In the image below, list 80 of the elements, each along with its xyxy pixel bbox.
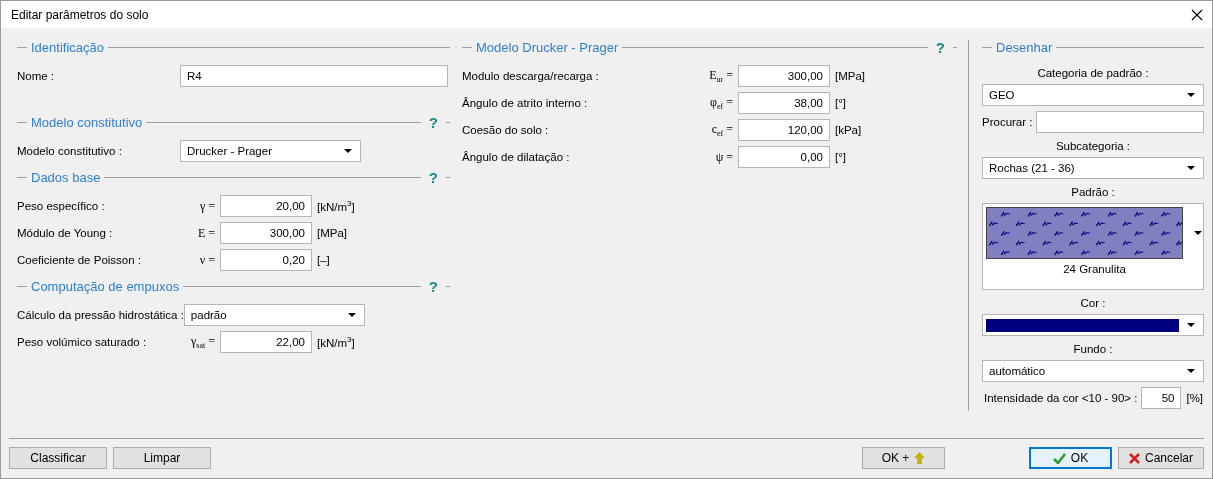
- unit-label: [%]: [1186, 392, 1204, 404]
- arrow-up-icon: [914, 452, 926, 464]
- field-label: Procurar :: [982, 116, 1033, 128]
- dropdown[interactable]: Rochas (21 - 36): [982, 157, 1204, 179]
- number-field[interactable]: 0,20: [220, 249, 312, 271]
- field-label: Nome :: [17, 70, 56, 82]
- section-title: Desenhar: [996, 39, 1053, 55]
- field-label: Modelo constitutivo :: [17, 145, 123, 157]
- dropdown[interactable]: padrão: [183, 304, 365, 326]
- field-label: Padrão :: [1070, 185, 1116, 198]
- symbol-label: φ$_{ef}$ =: [709, 94, 733, 112]
- pattern-picker[interactable]: 24 Granulita: [982, 203, 1204, 290]
- number-field[interactable]: 300,00: [220, 222, 312, 244]
- field-label: Peso específico :: [17, 200, 106, 212]
- help-icon[interactable]: ?: [428, 113, 438, 131]
- help-icon[interactable]: ?: [428, 168, 438, 186]
- section-title: Computação de empuxos: [31, 278, 180, 294]
- symbol-label: c$_{ef}$ =: [710, 121, 733, 139]
- caret-icon: [344, 149, 352, 153]
- number-field[interactable]: 120,00: [738, 119, 830, 141]
- dialog-button[interactable]: Classificar: [9, 447, 107, 469]
- dialog-button[interactable]: OK: [1028, 447, 1112, 469]
- field-label: Subcategoria :: [1054, 139, 1132, 152]
- field-label: Intensidade da cor <10 - 90> :: [984, 392, 1138, 404]
- symbol-label: γ$_{sat}$ =: [190, 333, 215, 351]
- unit-label: [kN/m$^{3}$]: [317, 199, 355, 213]
- close-icon: [1128, 452, 1140, 464]
- symbol-label: ψ =: [714, 149, 733, 165]
- unit-label: [°]: [835, 151, 846, 163]
- unit-label: [kPa]: [835, 124, 862, 136]
- symbol-label: ν =: [198, 252, 215, 268]
- number-field[interactable]: 38,00: [738, 92, 830, 114]
- number-field[interactable]: 300,00: [738, 65, 830, 87]
- caret-icon: [1187, 166, 1195, 170]
- dropdown[interactable]: Drucker - Prager: [180, 140, 361, 162]
- dropdown[interactable]: GEO: [982, 84, 1204, 106]
- check-icon: [1052, 452, 1066, 464]
- symbol-label: E =: [196, 225, 215, 241]
- caret-icon: [1187, 93, 1195, 97]
- name-field[interactable]: R4: [180, 65, 448, 87]
- unit-label: [MPa]: [317, 227, 348, 239]
- section-title: Modelo Drucker - Prager: [476, 39, 619, 55]
- dialog-button[interactable]: OK +: [861, 447, 945, 469]
- unit-label: [kN/m$^{3}$]: [317, 335, 355, 349]
- unit-label: [MPa]: [835, 70, 866, 82]
- symbol-label: γ =: [198, 198, 215, 214]
- section-title: Identificação: [31, 39, 104, 55]
- caret-icon: [1194, 231, 1202, 235]
- section-title: Dados base: [31, 169, 101, 185]
- dialog-button[interactable]: Limpar: [113, 447, 211, 469]
- unit-label: [°]: [835, 97, 846, 109]
- field-label: Ângulo de atrito interno :: [462, 97, 589, 109]
- caret-icon: [1187, 369, 1195, 373]
- search-field[interactable]: [1035, 111, 1204, 133]
- window-title: Editar parâmetros do solo: [11, 7, 149, 22]
- caret-icon: [347, 313, 356, 317]
- field-label: Cálculo da pressão hidrostática :: [17, 309, 184, 321]
- number-field[interactable]: 20,00: [220, 195, 312, 217]
- caret-icon: [1187, 323, 1195, 327]
- field-label: Fundo :: [1072, 342, 1114, 355]
- dialog-button[interactable]: Cancelar: [1117, 447, 1204, 469]
- color-dropdown[interactable]: [982, 314, 1204, 336]
- dropdown[interactable]: automático: [982, 360, 1204, 382]
- field-label: Categoria de padrão :: [1036, 66, 1150, 79]
- field-label: Coesão do solo :: [462, 124, 550, 136]
- field-label: Módulo de Young :: [17, 227, 114, 239]
- field-label: Ângulo de dilatação :: [462, 151, 571, 163]
- field-label: Peso volúmico saturado :: [17, 336, 148, 348]
- field-label: Coeficiente de Poisson :: [17, 254, 143, 266]
- help-icon[interactable]: ?: [935, 38, 945, 56]
- number-field[interactable]: 50: [1141, 387, 1182, 409]
- symbol-label: E$_{ur}$ =: [708, 67, 733, 85]
- section-title: Modelo constitutivo: [31, 114, 143, 130]
- field-label: Modulo descarga/recarga :: [462, 70, 600, 82]
- number-field[interactable]: 22,00: [220, 331, 312, 353]
- unit-label: [–]: [317, 254, 330, 266]
- close-icon[interactable]: [1190, 7, 1204, 22]
- field-label: Cor :: [1079, 296, 1107, 309]
- number-field[interactable]: 0,00: [738, 146, 830, 168]
- help-icon[interactable]: ?: [428, 277, 438, 295]
